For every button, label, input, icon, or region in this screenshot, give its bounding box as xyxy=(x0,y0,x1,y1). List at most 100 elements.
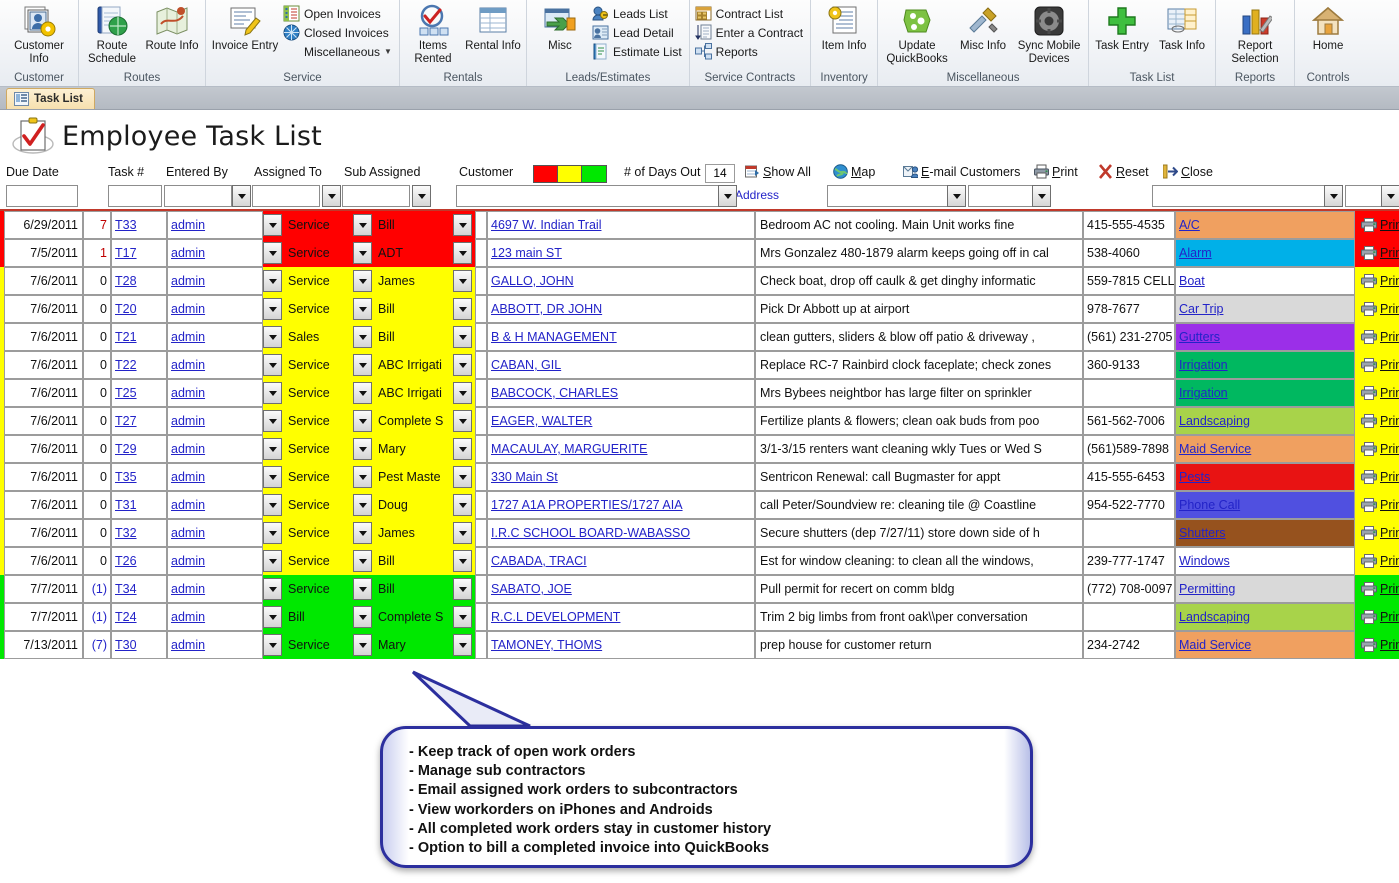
chevron-down-icon[interactable] xyxy=(263,634,282,656)
cell-category[interactable]: Pests xyxy=(1175,463,1355,491)
category-link[interactable]: Phone Call xyxy=(1179,498,1240,512)
entered-by-link[interactable]: admin xyxy=(171,302,205,316)
entered-by-link[interactable]: admin xyxy=(171,246,205,260)
cell-entered-by[interactable]: admin xyxy=(167,379,263,407)
chevron-down-icon[interactable] xyxy=(353,578,372,600)
cell-task-number[interactable]: T25 xyxy=(111,379,167,407)
chevron-down-icon[interactable] xyxy=(263,410,282,432)
cell-print[interactable]: Print xyxy=(1355,519,1399,547)
cell-assigned-dropdown[interactable] xyxy=(263,239,285,267)
cell-customer[interactable]: EAGER, WALTER xyxy=(487,407,755,435)
cell-customer[interactable]: R.C.L DEVELOPMENT xyxy=(487,603,755,631)
chevron-down-icon[interactable] xyxy=(263,466,282,488)
task-link[interactable]: T21 xyxy=(115,330,137,344)
entered-by-link[interactable]: admin xyxy=(171,470,205,484)
cell-print[interactable]: Print xyxy=(1355,323,1399,351)
cell-sub-dropdown[interactable] xyxy=(353,407,375,435)
chevron-down-icon[interactable] xyxy=(453,214,472,236)
chevron-down-icon[interactable] xyxy=(353,634,372,656)
category-link[interactable]: Landscaping xyxy=(1179,414,1250,428)
ribbon-button-update-quickbooks[interactable]: Update QuickBooks xyxy=(881,1,953,65)
filter-dropdown-category[interactable] xyxy=(1324,185,1343,207)
chevron-down-icon[interactable] xyxy=(353,522,372,544)
cell-task-number[interactable]: T35 xyxy=(111,463,167,491)
chevron-down-icon[interactable] xyxy=(263,382,282,404)
chevron-down-icon[interactable] xyxy=(353,438,372,460)
cell-customer[interactable]: 1727 A1A PROPERTIES/1727 AIA xyxy=(487,491,755,519)
chevron-down-icon[interactable] xyxy=(453,270,472,292)
category-link[interactable]: Maid Service xyxy=(1179,638,1251,652)
table-row[interactable]: 7/6/2011 0 T29 admin Service Mary MACAULAY, MA… xyxy=(0,435,1399,463)
cell-sub-dropdown-2[interactable] xyxy=(453,603,475,631)
chevron-down-icon[interactable] xyxy=(353,410,372,432)
cell-entered-by[interactable]: admin xyxy=(167,547,263,575)
chevron-down-icon[interactable] xyxy=(353,606,372,628)
row-print-label[interactable]: Print xyxy=(1380,246,1399,260)
cell-category[interactable]: Shutters xyxy=(1175,519,1355,547)
category-link[interactable]: Car Trip xyxy=(1179,302,1223,316)
task-link[interactable]: T22 xyxy=(115,358,137,372)
category-link[interactable]: Maid Service xyxy=(1179,442,1251,456)
filter-input-4[interactable] xyxy=(342,185,410,207)
filter-dropdown-desc[interactable] xyxy=(947,185,966,207)
customer-link[interactable]: BABCOCK, CHARLES xyxy=(491,386,618,400)
chevron-down-icon[interactable] xyxy=(353,298,372,320)
cell-entered-by[interactable]: admin xyxy=(167,295,263,323)
chevron-down-icon[interactable] xyxy=(453,578,472,600)
chevron-down-icon[interactable] xyxy=(263,578,282,600)
category-link[interactable]: A/C xyxy=(1179,218,1200,232)
cell-entered-by[interactable]: admin xyxy=(167,491,263,519)
toolbar-show-all-button[interactable]: Show All xyxy=(745,164,811,179)
cell-customer[interactable]: TAMONEY, THOMS xyxy=(487,631,755,659)
cell-sub-dropdown[interactable] xyxy=(353,547,375,575)
cell-category[interactable]: Landscaping xyxy=(1175,407,1355,435)
ribbon-button-route-schedule[interactable]: Route Schedule xyxy=(82,1,142,65)
ribbon-button-route-info[interactable]: Route Info xyxy=(142,1,202,53)
cell-entered-by[interactable]: admin xyxy=(167,211,263,239)
cell-category[interactable]: Landscaping xyxy=(1175,603,1355,631)
cell-entered-by[interactable]: admin xyxy=(167,603,263,631)
cell-sub-dropdown-2[interactable] xyxy=(453,547,475,575)
cell-entered-by[interactable]: admin xyxy=(167,463,263,491)
ribbon-button-customer-info[interactable]: Customer Info xyxy=(3,1,75,65)
cell-task-number[interactable]: T31 xyxy=(111,491,167,519)
chevron-down-icon[interactable] xyxy=(263,242,282,264)
customer-link[interactable]: MACAULAY, MARGUERITE xyxy=(491,442,648,456)
entered-by-link[interactable]: admin xyxy=(171,582,205,596)
cell-customer[interactable]: 4697 W. Indian Trail xyxy=(487,211,755,239)
cell-sub-dropdown-2[interactable] xyxy=(453,631,475,659)
cell-task-number[interactable]: T34 xyxy=(111,575,167,603)
category-link[interactable]: Landscaping xyxy=(1179,610,1250,624)
cell-task-number[interactable]: T24 xyxy=(111,603,167,631)
table-row[interactable]: 7/6/2011 0 T20 admin Service Bill ABBOTT, DR J… xyxy=(0,295,1399,323)
row-print-label[interactable]: Print xyxy=(1380,358,1399,372)
customer-link[interactable]: EAGER, WALTER xyxy=(491,414,592,428)
row-print-label[interactable]: Print xyxy=(1380,498,1399,512)
cell-sub-dropdown-2[interactable] xyxy=(453,435,475,463)
customer-link[interactable]: ABBOTT, DR JOHN xyxy=(491,302,602,316)
cell-entered-by[interactable]: admin xyxy=(167,519,263,547)
cell-sub-dropdown-2[interactable] xyxy=(453,323,475,351)
filter-input-desc[interactable] xyxy=(827,185,949,207)
chevron-down-icon[interactable] xyxy=(453,494,472,516)
chevron-down-icon[interactable] xyxy=(453,438,472,460)
cell-print[interactable]: Print xyxy=(1355,547,1399,575)
chevron-down-icon[interactable] xyxy=(263,438,282,460)
cell-sub-dropdown-2[interactable] xyxy=(453,575,475,603)
row-print-label[interactable]: Print xyxy=(1380,470,1399,484)
task-link[interactable]: T31 xyxy=(115,498,137,512)
cell-sub-dropdown[interactable] xyxy=(353,519,375,547)
days-out-input[interactable]: 14 xyxy=(705,164,735,183)
chevron-down-icon[interactable] xyxy=(353,550,372,572)
ribbon-button-task-info[interactable]: Task Info xyxy=(1152,1,1212,53)
cell-customer[interactable]: SABATO, JOE xyxy=(487,575,755,603)
entered-by-link[interactable]: admin xyxy=(171,218,205,232)
cell-assigned-dropdown[interactable] xyxy=(263,267,285,295)
toolbar-map-button[interactable]: Map xyxy=(833,164,875,179)
cell-sub-dropdown[interactable] xyxy=(353,631,375,659)
cell-task-number[interactable]: T22 xyxy=(111,351,167,379)
cell-assigned-dropdown[interactable] xyxy=(263,295,285,323)
customer-link[interactable]: I.R.C SCHOOL BOARD-WABASSO xyxy=(491,526,690,540)
cell-entered-by[interactable]: admin xyxy=(167,575,263,603)
customer-link[interactable]: R.C.L DEVELOPMENT xyxy=(491,610,620,624)
